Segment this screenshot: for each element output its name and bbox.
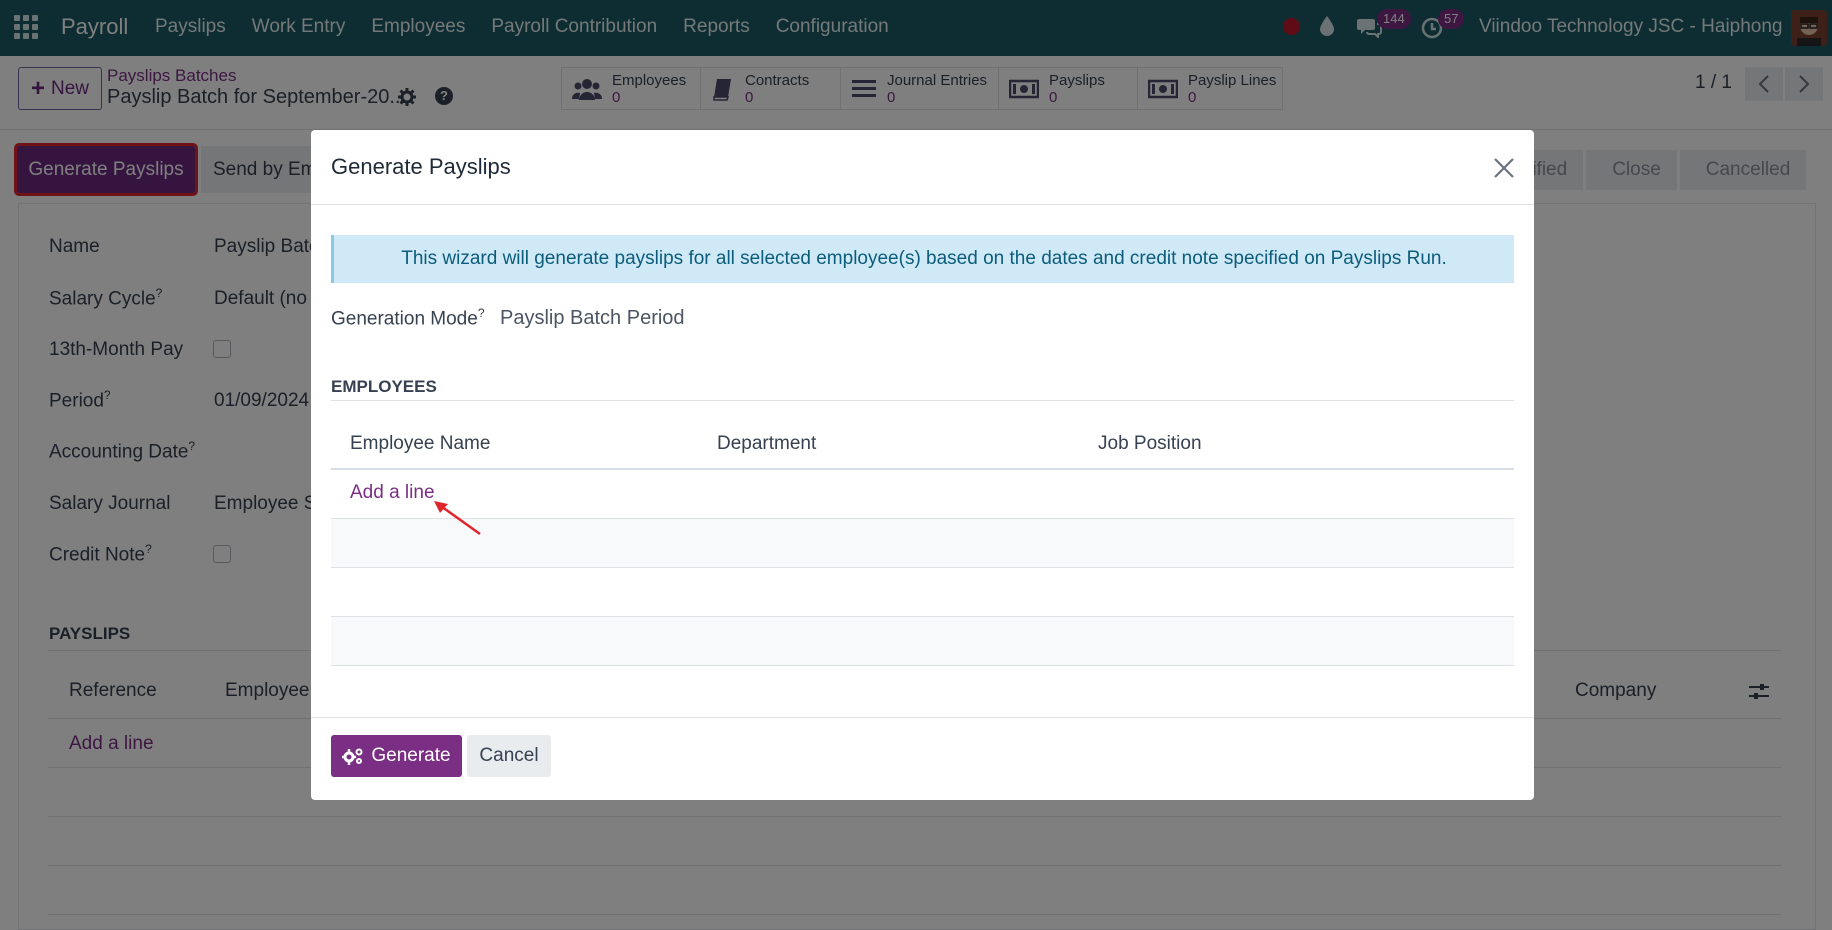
generation-mode-value[interactable]: Payslip Batch Period [500, 307, 685, 330]
column-job-position[interactable]: Job Position [1098, 433, 1202, 455]
column-employee-name[interactable]: Employee Name [350, 433, 490, 455]
dialog-footer: Generate Cancel [311, 717, 1534, 800]
cancel-button[interactable]: Cancel [467, 735, 551, 777]
gears-icon [342, 748, 363, 765]
close-icon[interactable] [1492, 156, 1516, 180]
dialog-header: Generate Payslips [311, 130, 1534, 205]
generate-payslips-dialog: Generate Payslips This wizard will gener… [311, 130, 1534, 800]
info-alert: This wizard will generate payslips for a… [331, 235, 1514, 283]
employees-add-line-link[interactable]: Add a line [350, 482, 435, 504]
divider [331, 400, 1514, 401]
table-row [331, 519, 1514, 568]
table-row [331, 568, 1514, 617]
table-row [331, 470, 1514, 519]
column-department[interactable]: Department [717, 433, 816, 455]
generation-mode-label: Generation Mode? [331, 306, 485, 330]
annotation-arrow-icon [434, 501, 481, 536]
generate-button[interactable]: Generate [331, 735, 462, 777]
table-row [331, 617, 1514, 666]
employees-section-title: EMPLOYEES [331, 377, 437, 396]
dialog-title: Generate Payslips [331, 154, 511, 179]
